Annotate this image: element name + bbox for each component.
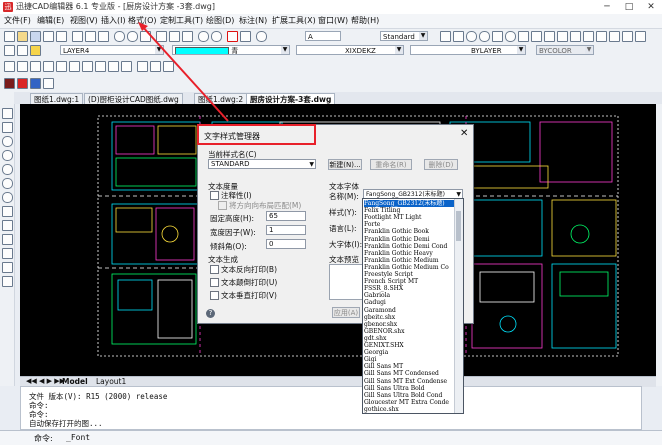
annotation-arrow xyxy=(138,22,229,122)
